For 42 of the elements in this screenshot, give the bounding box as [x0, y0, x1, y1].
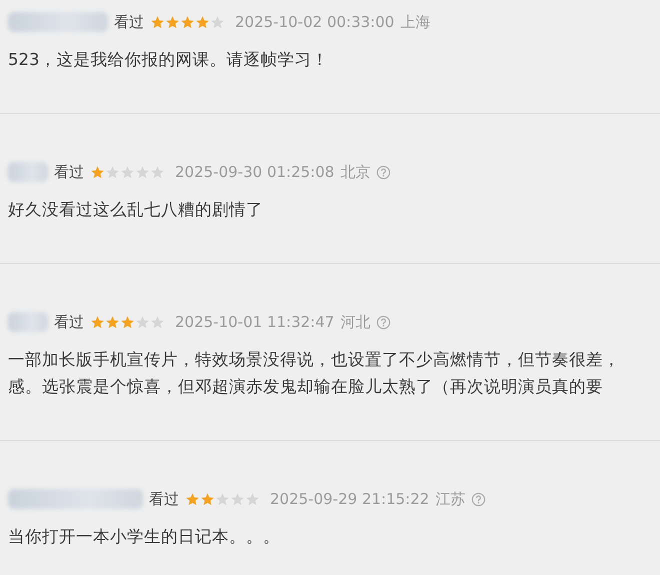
star-icon — [150, 164, 165, 180]
watched-label: 看过 — [54, 312, 84, 332]
comment-text: 好久没看过这么乱七八糟的剧情了 — [8, 199, 263, 221]
watched-label: 看过 — [114, 12, 144, 32]
review-time: 2025-09-29 21:15:22 — [270, 490, 430, 508]
star-icon — [135, 164, 150, 180]
blurred-username — [8, 312, 48, 332]
star-icon — [185, 492, 200, 506]
star-icon — [230, 492, 245, 506]
star-icon — [180, 14, 195, 30]
star-icon — [90, 164, 105, 180]
comment-text: 一部加长版手机宣传片，特效场景没得说，也设置了不少高燃情节，但节奏很差， — [8, 349, 620, 371]
star-icon — [150, 14, 165, 30]
star-icon — [105, 314, 120, 330]
review-time: 2025-09-30 01:25:08 — [175, 163, 334, 181]
comment-text: 当你打开一本小学生的日记本。。。 — [8, 526, 280, 548]
comment-text: 523，这是我给你报的网课。请逐帧学习！ — [8, 49, 328, 71]
review-time: 2025-10-01 11:32:47 — [175, 313, 334, 331]
star-icon — [135, 314, 150, 330]
star-icon — [165, 14, 180, 30]
comment-text: 感。选张震是个惊喜，但邓超演赤发鬼却输在脸儿太熟了（再次说明演员真的要 — [8, 376, 603, 398]
watched-label: 看过 — [149, 490, 179, 508]
star-icon — [200, 492, 215, 506]
review-location: 河北 — [340, 312, 370, 332]
star-icon — [90, 314, 105, 330]
review-location: 江苏 — [435, 490, 466, 508]
review-location: 上海 — [400, 12, 430, 32]
review-time: 2025-10-02 00:33:00 — [235, 13, 394, 31]
star-icon — [120, 314, 135, 330]
star-icon — [105, 164, 120, 180]
star-icon — [150, 314, 165, 330]
help-icon[interactable] — [376, 314, 392, 330]
help-icon[interactable] — [471, 492, 486, 506]
star-icon — [195, 14, 210, 30]
star-icon — [210, 14, 225, 30]
star-icon — [215, 492, 230, 506]
blurred-username — [8, 162, 48, 182]
watched-label: 看过 — [54, 162, 84, 182]
review-location: 北京 — [340, 162, 370, 182]
star-icon — [120, 164, 135, 180]
help-icon[interactable] — [376, 164, 392, 180]
star-icon — [245, 492, 260, 506]
